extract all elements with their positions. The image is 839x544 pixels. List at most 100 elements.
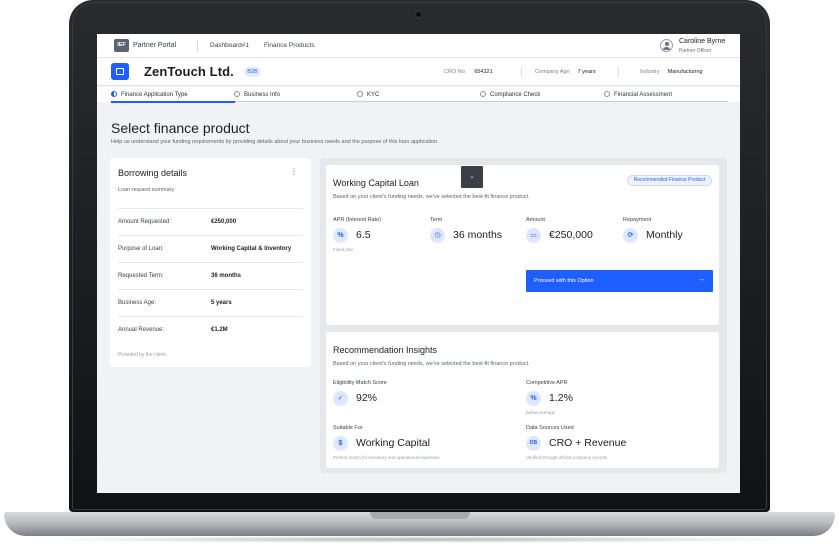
detail-label: Business Age: [118,300,157,306]
apr-stat: APR (Interest Rate) % 6.5 Fixed rate [333,217,381,252]
term-stat: Term ◷ 36 months [430,217,502,243]
divider [197,40,198,52]
top-bar: IEF Partner Portal Dashboard#1 Finance P… [97,34,740,58]
detail-label: Purpose of Loan: [118,246,164,252]
detail-value: €250,000 [211,219,237,225]
product-description: Based on your client's funding needs, we… [333,194,530,200]
clock-icon: ◷ [430,228,445,243]
step-label: Compliance Check [490,92,541,98]
more-options-icon[interactable]: ⋮ [290,167,298,176]
stat-value: Monthly [646,229,683,241]
check-circle-icon: ✓ [333,391,348,406]
page-title: Select finance product [111,120,250,136]
step-finance-application-type[interactable]: Finance Application Type [111,91,188,98]
recommended-badge: Recommended Finance Product [627,175,712,186]
divider [521,66,522,78]
stat-label: Repayment [623,217,652,223]
step-dot-icon [111,91,117,97]
repayment-stat: Repayment ⟳ Monthly [623,217,683,243]
logo: IEF [114,39,129,52]
divider [618,66,619,78]
step-label: Business Info [244,92,281,98]
percent-icon: % [526,391,541,406]
insights-title: Recommendation Insights [333,345,438,355]
step-dot-icon [357,91,363,97]
company-type-badge: B2B [244,67,261,77]
stat-value: CRO + Revenue [549,437,627,449]
stat-label: Term [430,217,443,223]
camera-icon [414,10,423,19]
step-dot-icon [234,91,240,97]
data-sources-stat: Data Sources Used DB CRO + Revenue Verif… [526,425,626,460]
portal-title[interactable]: Partner Portal [133,42,176,49]
proceed-button[interactable]: Proceed with this Option → [526,270,713,292]
user-role: Partner Officer [679,48,712,54]
suitable-for-stat: Suitable For $ Working Capital Perfect m… [333,425,440,460]
stat-note: Fixed rate [333,247,354,252]
detail-label: Requested Term: [118,273,164,279]
competitive-apr-stat: Competitive APR % 1.2% below average [526,380,573,415]
chevron-down-icon[interactable]: ⌄ [461,166,483,188]
card-subtitle: Loan request summary [118,187,175,193]
user-name[interactable]: Caroline Byrne [679,38,725,45]
detail-label: Annual Revenue: [118,327,165,333]
age-value: 7 years [577,69,596,75]
stat-label: Data Sources Used [526,425,574,431]
database-icon: DB [526,436,541,451]
detail-row: Purpose of Loan: Working Capital & Invent… [118,235,303,262]
detail-row: Annual Revenue: €1.2M [118,316,303,343]
industry-label: Industry [640,69,660,75]
step-label: Finance Application Type [121,92,188,98]
detail-value: 36 months [211,273,242,279]
stat-note: Verified through official company record… [526,455,608,460]
page-subtitle: Help us understand your funding requirem… [111,139,439,145]
borrowing-details-card: Borrowing details ⋮ Loan request summary… [110,158,311,367]
amount-stat: Amount ▭ €250,000 [526,217,593,243]
cro-label: CRO No. [444,69,467,75]
laptop-shadow [30,536,810,543]
step-dot-icon [604,91,610,97]
stat-value: 6.5 [356,229,371,241]
stat-value: 36 months [453,229,503,241]
arrow-right-icon: → [698,276,705,283]
insights-description: Based on your client's funding needs, we… [333,361,530,367]
stat-value: Working Capital [356,437,430,449]
eligibility-stat: Eligibility Match Score ✓ 92% [333,380,387,406]
stepper-progress [111,101,235,103]
stat-label: Suitable For [333,425,363,431]
step-compliance-check[interactable]: Compliance Check [480,91,540,98]
nav-dashboard[interactable]: Dashboard#1 [210,42,249,49]
building-icon [111,63,129,80]
step-financial-assessment[interactable]: Financial Assessment [604,91,672,98]
cro-number: CRO No. 654321 [444,69,493,75]
step-business-info[interactable]: Business Info [234,91,280,98]
detail-row: Business Age: 5 years [118,289,303,316]
company-bar: ZenTouch Ltd. B2B CRO No. 654321 Company … [97,58,740,86]
card-title: Borrowing details [118,168,188,178]
detail-label: Amount Requested: [118,219,172,225]
user-avatar-icon[interactable] [660,39,673,52]
product-title: Working Capital Loan [333,178,419,188]
industry: Industry Manufacturing [640,69,702,75]
detail-value: €1.2M [211,327,228,333]
loan-product-card: Working Capital Loan Recommended Finance… [326,165,719,325]
stat-label: Competitive APR [526,380,568,386]
detail-row: Requested Term: 36 months [118,262,303,289]
detail-value: 5 years [211,300,232,306]
detail-value: Working Capital & Inventory [211,246,292,252]
dollar-icon: $ [333,436,348,451]
percent-icon: % [333,228,348,243]
company-age: Company Age 7 years [535,69,596,75]
step-kyc[interactable]: KYC [357,91,379,98]
step-label: Financial Assessment [614,92,673,98]
stat-note: Perfect match for inventory and operatio… [333,455,440,460]
stat-label: Amount [526,217,545,223]
company-name: ZenTouch Ltd. [144,64,234,79]
stat-value: €250,000 [549,229,593,241]
card-footnote: Provided by the client. [118,352,168,358]
step-dot-icon [480,91,486,97]
industry-value: Manufacturing [667,69,703,75]
stat-value: 92% [356,392,378,404]
cash-icon: ▭ [526,228,541,243]
nav-finance-products[interactable]: Finance Products [264,42,315,49]
